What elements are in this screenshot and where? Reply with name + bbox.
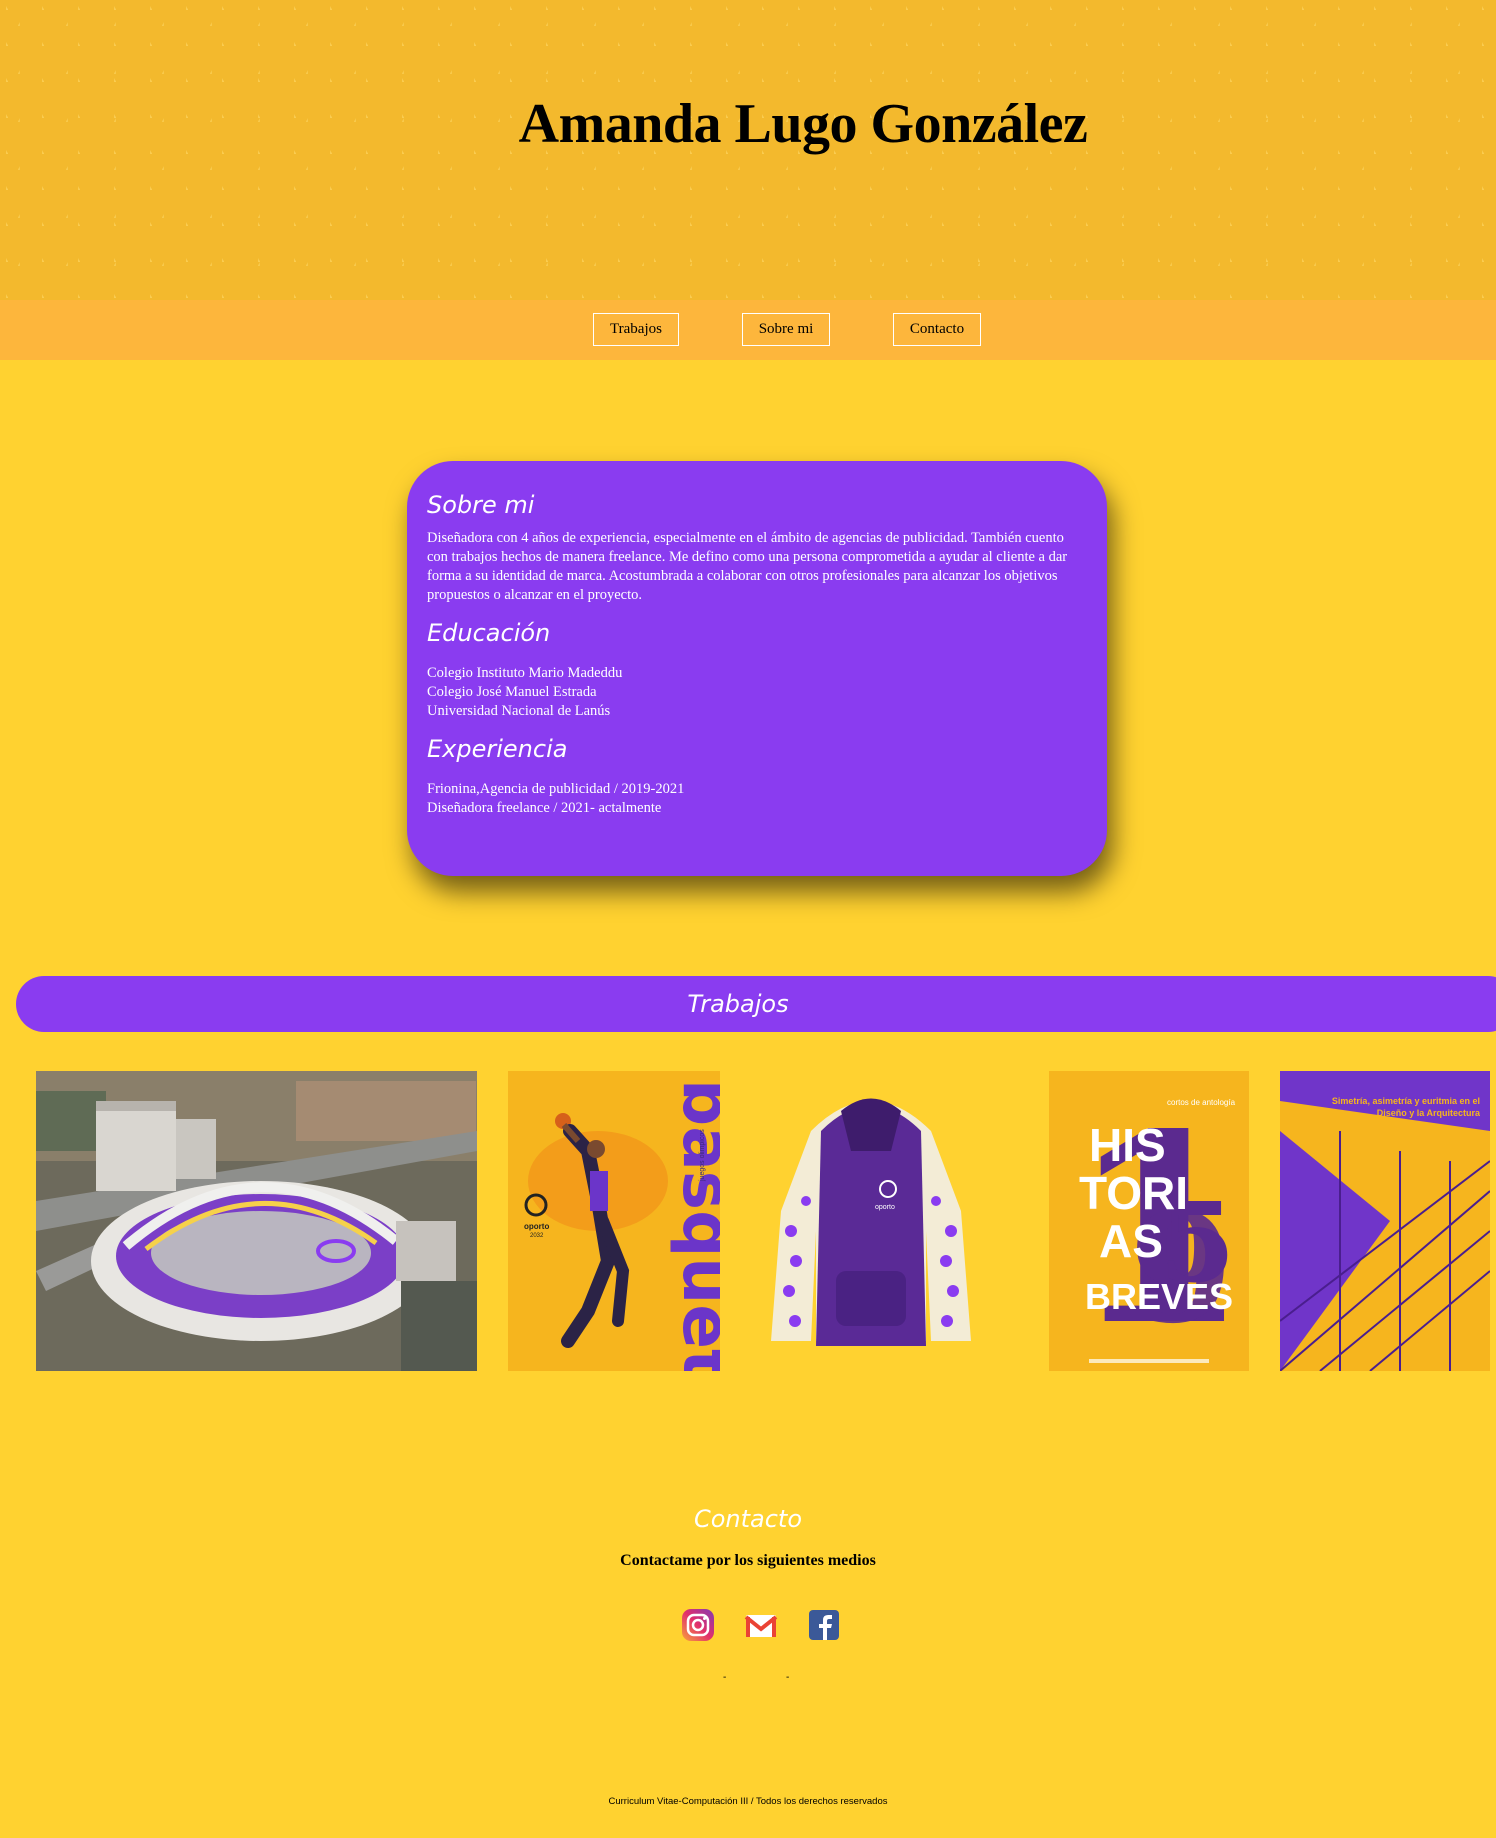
instagram-icon[interactable] [681, 1608, 715, 1642]
education-title: Educación [427, 619, 551, 647]
historias-breves-poster-image[interactable]: 1 9 5 cortos de antología HIS TORI AS BR… [1049, 1071, 1249, 1371]
about-text: Diseñadora con 4 años de experiencia, es… [427, 530, 1068, 603]
historias-line3: AS [1099, 1215, 1163, 1267]
trabajos-title: Trabajos [687, 990, 789, 1018]
about-card: Sobre mi Diseñadora con 4 años de experi… [407, 461, 1107, 876]
nav-sobre-mi-button[interactable]: Sobre mi [742, 313, 830, 346]
about-title: Sobre mi [427, 491, 535, 519]
historias-line2: TORI [1079, 1167, 1188, 1219]
contact-separator: - [786, 1672, 790, 1683]
nav-trabajos-button[interactable]: Trabajos [593, 313, 679, 346]
education-list: Colegio Instituto Mario Madeddu Colegio … [427, 664, 1087, 721]
stadium-image[interactable] [36, 1071, 477, 1371]
architecture-poster-title: Simetría, asimetría y euritmia en el Dis… [1331, 1096, 1480, 1118]
education-item: Universidad Nacional de Lanús [427, 703, 611, 719]
hoodie-image[interactable]: oporto [751, 1071, 991, 1371]
facebook-icon[interactable] [807, 1608, 841, 1642]
basketball-poster-side-text: juegos olimpicos [699, 1129, 706, 1182]
oporto-logo-year: 2032 [530, 1233, 544, 1239]
oporto-logo-text: oporto [524, 1222, 549, 1231]
education-item: Colegio Instituto Mario Madeddu [427, 665, 623, 681]
historias-small-text: cortos de antología [1167, 1098, 1236, 1107]
contact-title: Contacto [693, 1505, 803, 1533]
architecture-poster-image[interactable]: Simetría, asimetría y euritmia en el Dis… [1280, 1071, 1490, 1371]
nav-contacto-button[interactable]: Contacto [893, 313, 981, 346]
footer-text: Curriculum Vitae-Computación III / Todos… [608, 1796, 888, 1807]
site-title: Amanda Lugo González [518, 93, 1088, 155]
historias-line4: BREVES [1085, 1276, 1233, 1317]
navbar: Trabajos Sobre mi Contacto [0, 300, 1496, 360]
basketball-poster-text: basquet [668, 1079, 720, 1371]
contact-subtitle: Contactame por los siguientes medios [620, 1552, 876, 1569]
experience-list: Frionina,Agencia de publicidad / 2019-20… [427, 780, 1087, 818]
experience-item: Diseñadora freelance / 2021- actalmente [427, 800, 662, 816]
education-item: Colegio José Manuel Estrada [427, 684, 597, 700]
experience-item: Frionina,Agencia de publicidad / 2019-20… [427, 781, 685, 797]
contact-separator: - [723, 1672, 727, 1683]
experience-title: Experiencia [427, 735, 568, 763]
basketball-poster-image[interactable]: basquet juegos olimpicos oporto 2032 [508, 1071, 720, 1371]
gmail-icon[interactable] [744, 1608, 778, 1642]
historias-line1: HIS [1089, 1119, 1166, 1171]
hoodie-logo-text: oporto [875, 1204, 895, 1211]
